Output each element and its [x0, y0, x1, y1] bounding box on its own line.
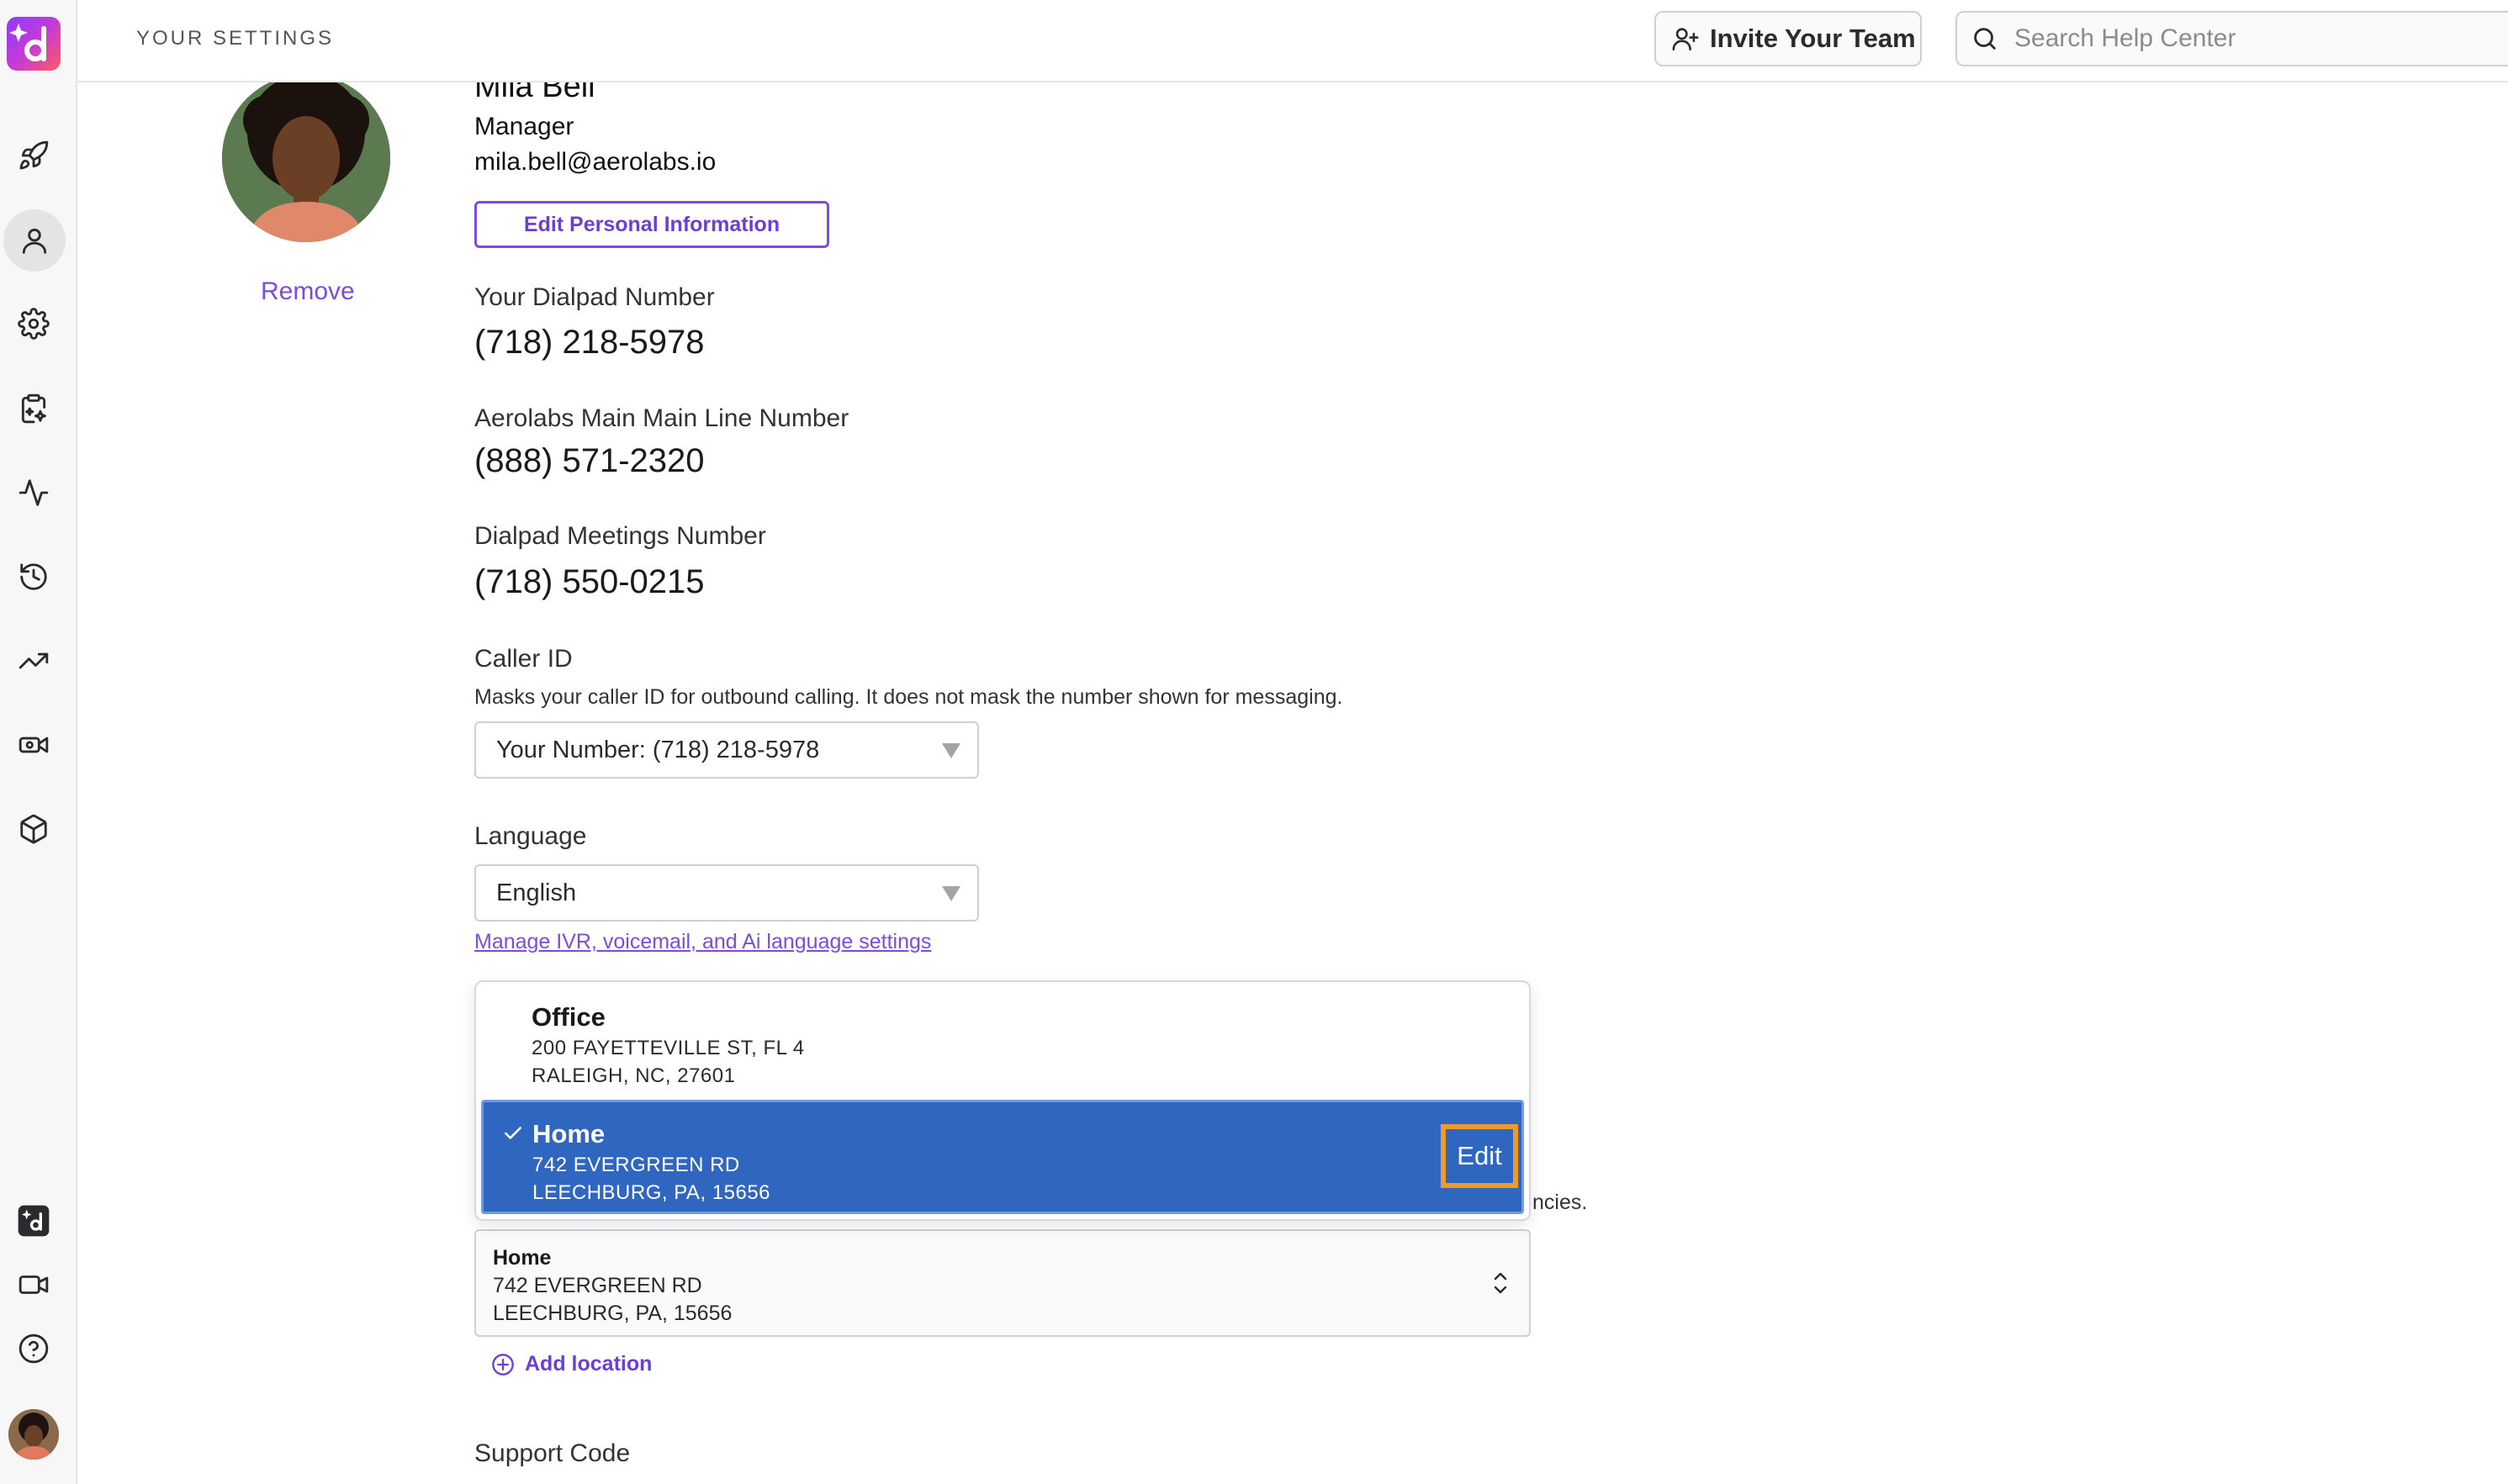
- add-user-icon: [1672, 28, 1699, 51]
- chevron-up-down-icon: [1494, 1272, 1507, 1294]
- edit-personal-info-button[interactable]: Edit Personal Information: [474, 201, 829, 248]
- clipboard-sparkle-icon[interactable]: [15, 390, 52, 427]
- location-help-text: ncies.: [1532, 1191, 1588, 1214]
- add-location-label: Add location: [525, 1352, 653, 1376]
- person-icon[interactable]: [3, 209, 66, 272]
- remove-photo-link[interactable]: Remove: [261, 277, 355, 306]
- video-icon[interactable]: [15, 1266, 52, 1303]
- video-camera-settings-icon[interactable]: [15, 726, 52, 763]
- main-line-label: Aerolabs Main Main Line Number: [474, 404, 849, 432]
- checkmark-icon: [505, 1127, 521, 1139]
- invite-team-button[interactable]: Invite Your Team: [1654, 11, 1922, 66]
- user-role: Manager: [474, 113, 574, 140]
- chevron-down-icon: [942, 886, 960, 901]
- location-current-line2: LEECHBURG, PA, 15656: [493, 1302, 733, 1325]
- location-current-line1: 742 EVERGREEN RD: [493, 1274, 702, 1297]
- main-content: Remove Mila Bell Manager mila.bell@aerol…: [77, 82, 2508, 1484]
- plus-circle-icon: [492, 1353, 514, 1376]
- chevron-down-icon: [942, 743, 960, 758]
- add-location-button[interactable]: Add location: [491, 1352, 652, 1376]
- location-option-line2: RALEIGH, NC, 27601: [532, 1064, 736, 1087]
- gear-icon[interactable]: [15, 305, 52, 342]
- location-option-line2: LEECHBURG, PA, 15656: [532, 1181, 771, 1204]
- main-line-value: (888) 571-2320: [474, 442, 705, 479]
- location-option-title: Office: [532, 1002, 606, 1032]
- meetings-number-value: (718) 550-0215: [474, 563, 705, 600]
- caller-id-help: Masks your caller ID for outbound callin…: [474, 685, 1343, 709]
- rocket-icon[interactable]: [15, 137, 52, 174]
- avatar[interactable]: [8, 1409, 59, 1460]
- location-select[interactable]: Home 742 EVERGREEN RD LEECHBURG, PA, 156…: [474, 1229, 1531, 1337]
- top-bar: YOUR SETTINGS Invite Your Team: [77, 0, 2508, 82]
- location-option-home[interactable]: Home 742 EVERGREEN RD LEECHBURG, PA, 156…: [481, 1100, 1524, 1214]
- user-email: mila.bell@aerolabs.io: [474, 148, 717, 176]
- help-icon[interactable]: [15, 1330, 52, 1367]
- dialpad-number-value: (718) 218-5978: [474, 324, 705, 361]
- caller-id-select[interactable]: Your Number: (718) 218-5978: [474, 721, 979, 779]
- location-option-title: Home: [532, 1119, 606, 1149]
- location-option-line1: 742 EVERGREEN RD: [532, 1154, 740, 1176]
- caller-id-selected: Your Number: (718) 218-5978: [496, 736, 820, 763]
- meetings-number-label: Dialpad Meetings Number: [474, 522, 766, 550]
- page-title: YOUR SETTINGS: [136, 27, 335, 50]
- dialpad-ai-icon[interactable]: [15, 1202, 52, 1239]
- language-select[interactable]: English: [474, 864, 979, 922]
- manage-language-link[interactable]: Manage IVR, voicemail, and Ai language s…: [474, 930, 931, 954]
- edit-location-button[interactable]: Edit: [1441, 1124, 1518, 1188]
- support-code-label: Support Code: [474, 1439, 631, 1467]
- caller-id-label: Caller ID: [474, 645, 573, 673]
- search-input[interactable]: [2014, 24, 2485, 53]
- search-icon: [1974, 28, 1996, 50]
- location-option-office[interactable]: Office 200 FAYETTEVILLE ST, FL 4 RALEIGH…: [476, 982, 1529, 1100]
- dialpad-number-label: Your Dialpad Number: [474, 283, 715, 311]
- dialpad-logo-icon[interactable]: [7, 17, 61, 71]
- language-label: Language: [474, 822, 587, 850]
- history-icon[interactable]: [15, 558, 52, 595]
- search-box[interactable]: [1955, 11, 2508, 66]
- language-selected: English: [496, 879, 577, 906]
- location-dropdown: Office 200 FAYETTEVILLE ST, FL 4 RALEIGH…: [474, 980, 1531, 1221]
- location-option-line1: 200 FAYETTEVILLE ST, FL 4: [532, 1037, 805, 1059]
- cube-icon[interactable]: [15, 811, 52, 848]
- profile-photo[interactable]: [222, 82, 390, 242]
- left-rail: [0, 0, 77, 1484]
- trending-up-icon[interactable]: [15, 642, 52, 679]
- pulse-icon[interactable]: [15, 474, 52, 511]
- location-current-title: Home: [493, 1246, 552, 1270]
- user-name: Mila Bell: [474, 82, 595, 104]
- invite-team-label: Invite Your Team: [1710, 24, 1916, 53]
